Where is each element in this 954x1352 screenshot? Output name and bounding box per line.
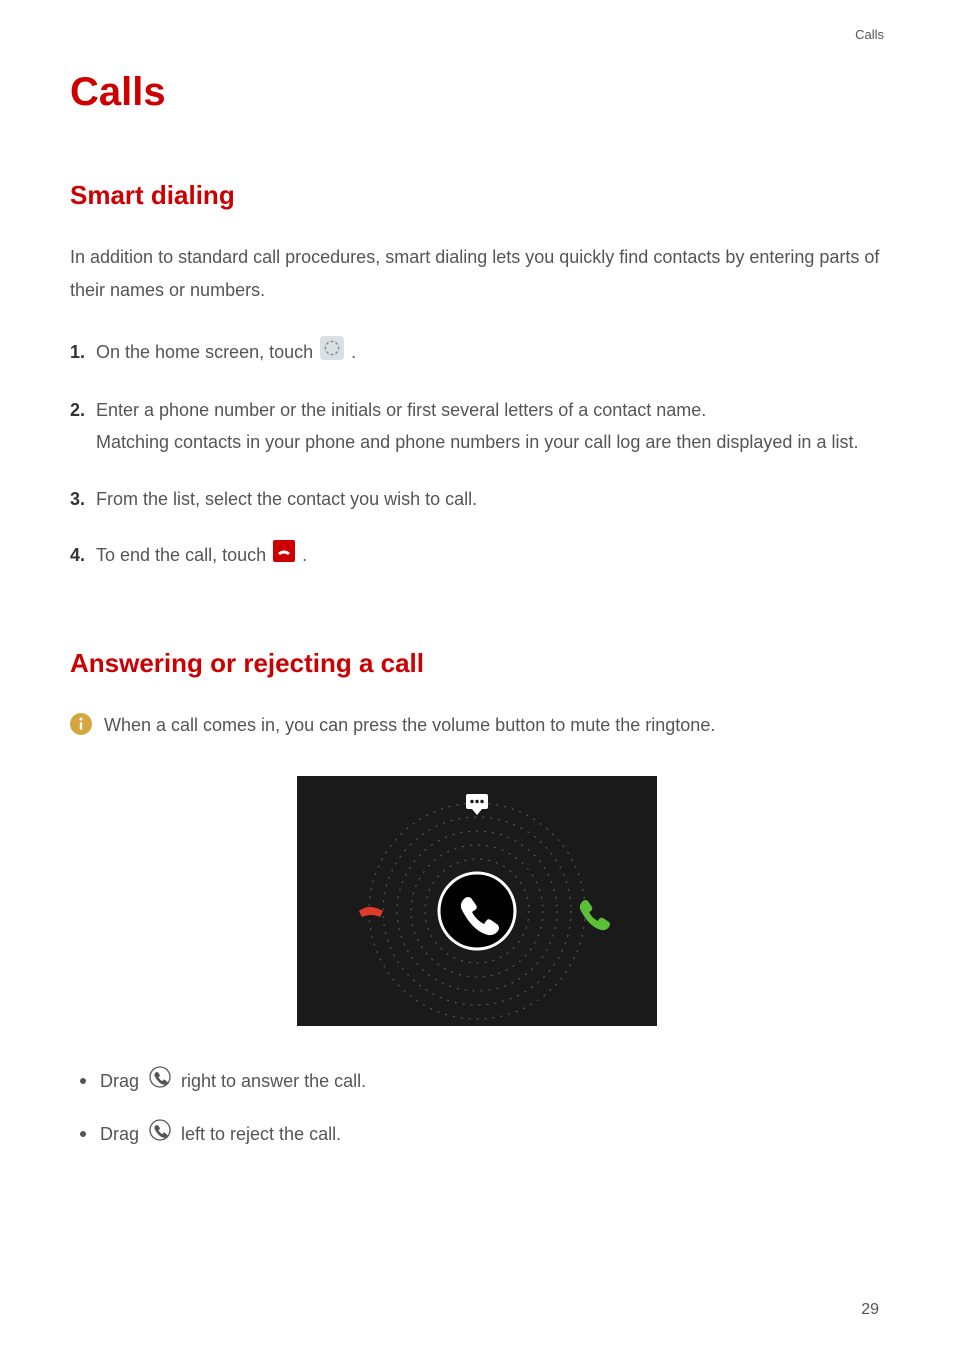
hangup-icon (273, 540, 295, 572)
step-item: 2. Enter a phone number or the initials … (70, 394, 884, 459)
section-answering: Answering or rejecting a call When a cal… (70, 648, 884, 1150)
step-text: Enter a phone number or the initials or … (96, 394, 884, 426)
smart-dialing-heading: Smart dialing (70, 180, 884, 211)
step-item: 3. From the list, select the contact you… (70, 483, 884, 515)
phone-circle-icon (149, 1066, 171, 1097)
step-list: 1. On the home screen, touch . 2. Enter … (70, 336, 884, 573)
bullet-list: Drag right to answer the call. Drag left… (70, 1066, 884, 1150)
smart-dialing-intro: In addition to standard call procedures,… (70, 241, 884, 308)
step-text: . (351, 342, 356, 362)
step-text: . (302, 545, 307, 565)
page-number: 29 (861, 1301, 879, 1319)
bullet-text: right to answer the call. (181, 1067, 366, 1096)
list-item: Drag left to reject the call. (80, 1119, 884, 1150)
incoming-call-illustration (70, 776, 884, 1026)
step-number: 2. (70, 394, 96, 459)
bullet-text: Drag (100, 1067, 139, 1096)
step-text-continued: Matching contacts in your phone and phon… (96, 426, 884, 458)
step-text: From the list, select the contact you wi… (96, 489, 477, 509)
info-text: When a call comes in, you can press the … (104, 709, 715, 742)
bullet-text: left to reject the call. (181, 1120, 341, 1149)
list-item: Drag right to answer the call. (80, 1066, 884, 1097)
info-callout: When a call comes in, you can press the … (70, 709, 884, 742)
step-number: 1. (70, 336, 96, 370)
header-section-label: Calls (855, 27, 884, 42)
step-number: 4. (70, 539, 96, 572)
bullet-dot-icon (80, 1078, 86, 1084)
step-number: 3. (70, 483, 96, 515)
step-text: On the home screen, touch (96, 342, 318, 362)
dial-pad-icon (320, 336, 344, 370)
bullet-text: Drag (100, 1120, 139, 1149)
section-smart-dialing: Smart dialing In addition to standard ca… (70, 180, 884, 573)
step-item: 4. To end the call, touch . (70, 539, 884, 572)
page-title: Calls (70, 70, 884, 115)
step-text: To end the call, touch (96, 545, 271, 565)
answering-heading: Answering or rejecting a call (70, 648, 884, 679)
phone-circle-icon (149, 1119, 171, 1150)
bullet-dot-icon (80, 1131, 86, 1137)
step-item: 1. On the home screen, touch . (70, 336, 884, 370)
info-icon (70, 713, 92, 742)
